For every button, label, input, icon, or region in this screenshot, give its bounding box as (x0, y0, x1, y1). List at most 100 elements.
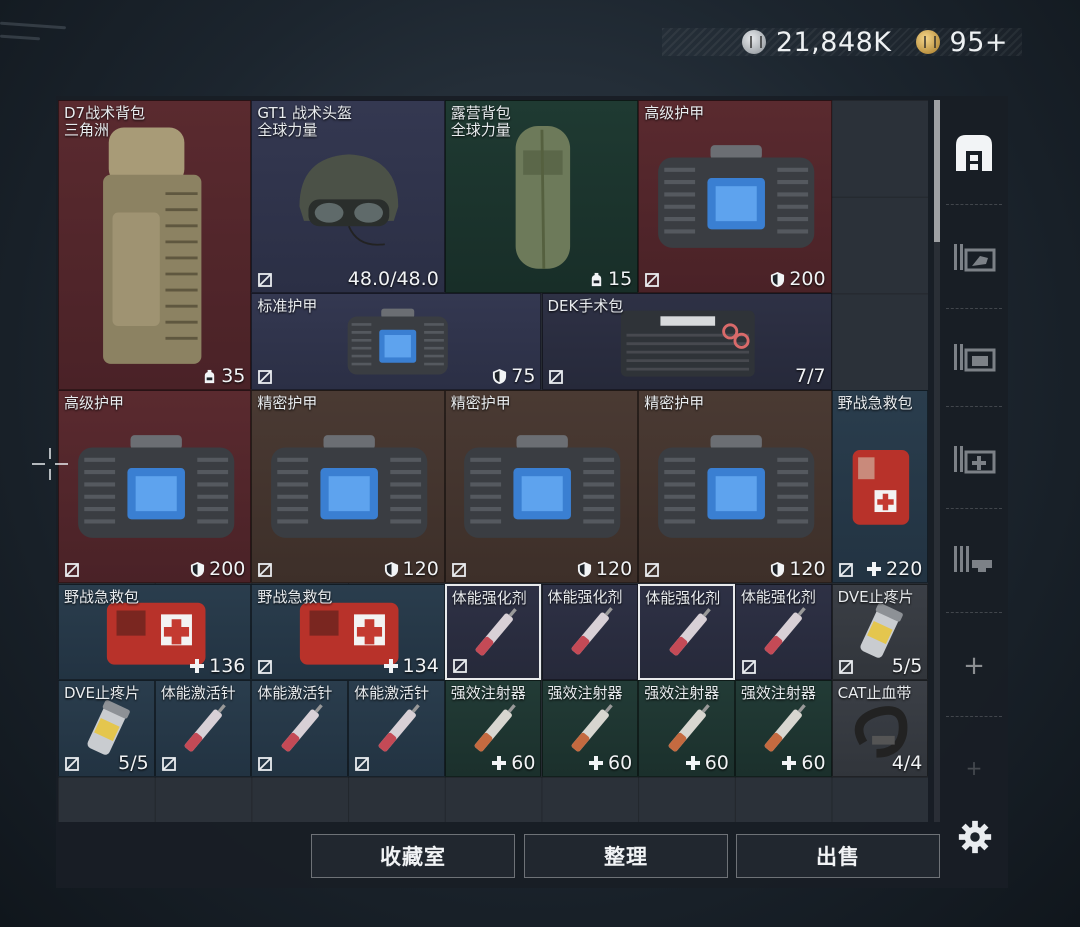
inventory-item-dve1[interactable]: DVE止疼片 5/5 (831, 583, 928, 681)
currency-bar: 21,848K 95+ (662, 27, 1022, 58)
inventory-item-fak2[interactable]: 野战急救包 136 (58, 583, 252, 681)
inventory-item-adv1[interactable]: 高级护甲 200 (638, 100, 832, 294)
item-stat: 60 (588, 752, 632, 774)
heal-plus-icon (588, 755, 604, 771)
gear-icon[interactable] (956, 818, 994, 856)
item-stat-value: 5/5 (891, 655, 923, 678)
inventory-item-prec2[interactable]: 精密护甲 120 (444, 390, 639, 584)
item-name: GT1 战术头盔 全球力量 (257, 105, 352, 139)
organize-button[interactable]: 整理 (524, 834, 728, 878)
inventory-item-dek[interactable]: DEK手术包 7/7 (541, 293, 832, 391)
item-name: 精密护甲 (451, 395, 511, 412)
item-name: 体能强化剂 (645, 589, 720, 607)
inventory-item-d7[interactable]: D7战术背包 三角洲 35 (58, 100, 252, 391)
inventory-item-act2[interactable]: 体能激活针 (251, 680, 349, 777)
sidebar-divider (946, 406, 1002, 407)
sidebar-item-ammo-rack[interactable] (950, 534, 998, 582)
item-name: 体能激活针 (354, 685, 429, 702)
no-sell-icon (161, 756, 177, 772)
no-sell-icon (644, 272, 660, 288)
sidebar-item-weapon-rack[interactable] (950, 232, 998, 280)
item-name: 强效注射器 (451, 685, 526, 702)
sidebar-divider (946, 508, 1002, 509)
inventory-item-adv2[interactable]: 高级护甲 200 (58, 390, 252, 584)
inventory-item-act3[interactable]: 体能激活针 (348, 680, 445, 777)
inventory-item-fak1[interactable]: 野战急救包 220 (831, 390, 928, 584)
no-sell-icon (64, 756, 80, 772)
sell-button[interactable]: 出售 (736, 834, 940, 878)
heal-plus-icon (383, 658, 399, 674)
item-name: 体能强化剂 (740, 587, 816, 606)
no-sell-icon (741, 659, 757, 675)
collection-room-button[interactable]: 收藏室 (311, 834, 515, 878)
heal-plus-icon (189, 658, 205, 674)
item-stat: 48.0/48.0 (348, 268, 439, 290)
inventory-item-act1[interactable]: 体能激活针 (154, 680, 252, 777)
item-name: DVE止疼片 (64, 685, 140, 702)
item-name: 精密护甲 (644, 395, 704, 412)
inventory-item-stim2[interactable]: 体能强化剂 (541, 583, 639, 681)
sidebar-item-safe-box[interactable] (950, 128, 998, 176)
shield-icon (190, 561, 205, 578)
heal-plus-icon (491, 755, 507, 771)
inventory-item-camp[interactable]: 露营背包 全球力量 15 (444, 100, 639, 294)
no-sell-icon (257, 369, 273, 385)
item-stat: 60 (685, 752, 729, 774)
inventory-item-stim1[interactable]: 体能强化剂 (444, 583, 542, 681)
sidebar-item-equipment-rack[interactable] (950, 332, 998, 380)
inventory-item-cat[interactable]: CAT止血带 4/4 (831, 680, 928, 777)
inventory-item-std[interactable]: 标准护甲 75 (251, 293, 542, 391)
item-name-label: 高级护甲 (644, 104, 705, 122)
item-name-label: 体能强化剂 (740, 587, 816, 606)
safe-box-icon (956, 135, 992, 171)
weapon-rack-icon (954, 244, 996, 272)
inventory-grid[interactable]: D7战术背包 三角洲 35 GT1 战术头盔 全球力量 48.0/48.0 露营背包 全球… (58, 100, 928, 822)
sidebar-divider (946, 612, 1002, 613)
item-name: 标准护甲 (257, 298, 317, 315)
inventory-item-inj1[interactable]: 强效注射器 60 (444, 680, 542, 777)
inventory-item-stim4[interactable]: 体能强化剂 (734, 583, 832, 681)
item-stat: 75 (492, 365, 535, 387)
item-name: 高级护甲 (64, 395, 124, 412)
no-sell-icon (64, 562, 80, 578)
background-streak (0, 34, 41, 41)
item-stat-value: 120 (595, 558, 633, 581)
item-stat-value: 120 (402, 558, 439, 581)
item-stat-value: 48.0/48.0 (347, 268, 439, 291)
sidebar-divider (946, 308, 1002, 309)
inventory-item-fak3[interactable]: 野战急救包 134 (251, 583, 445, 681)
inventory-item-inj4[interactable]: 强效注射器 60 (734, 680, 832, 777)
item-stat: 200 (770, 268, 826, 290)
item-stat-value: 75 (511, 365, 536, 388)
no-sell-icon (354, 756, 370, 772)
sidebar-item-medical-rack[interactable] (950, 434, 998, 482)
no-sell-icon (548, 369, 564, 385)
heal-plus-icon (866, 561, 882, 577)
item-name: CAT止血带 (838, 685, 912, 702)
inventory-item-inj3[interactable]: 强效注射器 60 (638, 680, 735, 777)
inventory-item-stim3[interactable]: 体能强化剂 (638, 583, 735, 681)
item-stat: 7/7 (795, 365, 826, 387)
item-brand-label: 三角洲 (64, 121, 110, 139)
item-name-label: 体能激活针 (160, 684, 236, 703)
inventory-item-inj2[interactable]: 强效注射器 60 (541, 680, 639, 777)
no-sell-icon (257, 756, 273, 772)
item-stat-value: 60 (801, 751, 826, 774)
gold-currency-value[interactable]: 95+ (950, 27, 1008, 58)
item-name-label: 体能激活针 (354, 684, 430, 703)
item-name-label: 野战急救包 (257, 587, 333, 606)
no-sell-icon (838, 562, 854, 578)
inventory-item-dve2[interactable]: DVE止疼片 5/5 (58, 680, 155, 777)
shield-icon (384, 561, 399, 578)
inventory-item-prec1[interactable]: 精密护甲 120 (251, 390, 445, 584)
item-image (639, 391, 830, 582)
no-sell-icon (452, 658, 468, 674)
inventory-item-gt1[interactable]: GT1 战术头盔 全球力量 48.0/48.0 (251, 100, 445, 294)
stash-category-sidebar: + + (940, 100, 1008, 820)
add-category-button[interactable]: + (950, 642, 998, 690)
item-name: 体能强化剂 (547, 587, 623, 606)
inventory-item-prec3[interactable]: 精密护甲 120 (638, 390, 832, 584)
item-stat-value: 4/4 (891, 751, 923, 774)
item-name-label: 体能强化剂 (547, 587, 623, 606)
item-stat-value: 220 (886, 558, 923, 581)
